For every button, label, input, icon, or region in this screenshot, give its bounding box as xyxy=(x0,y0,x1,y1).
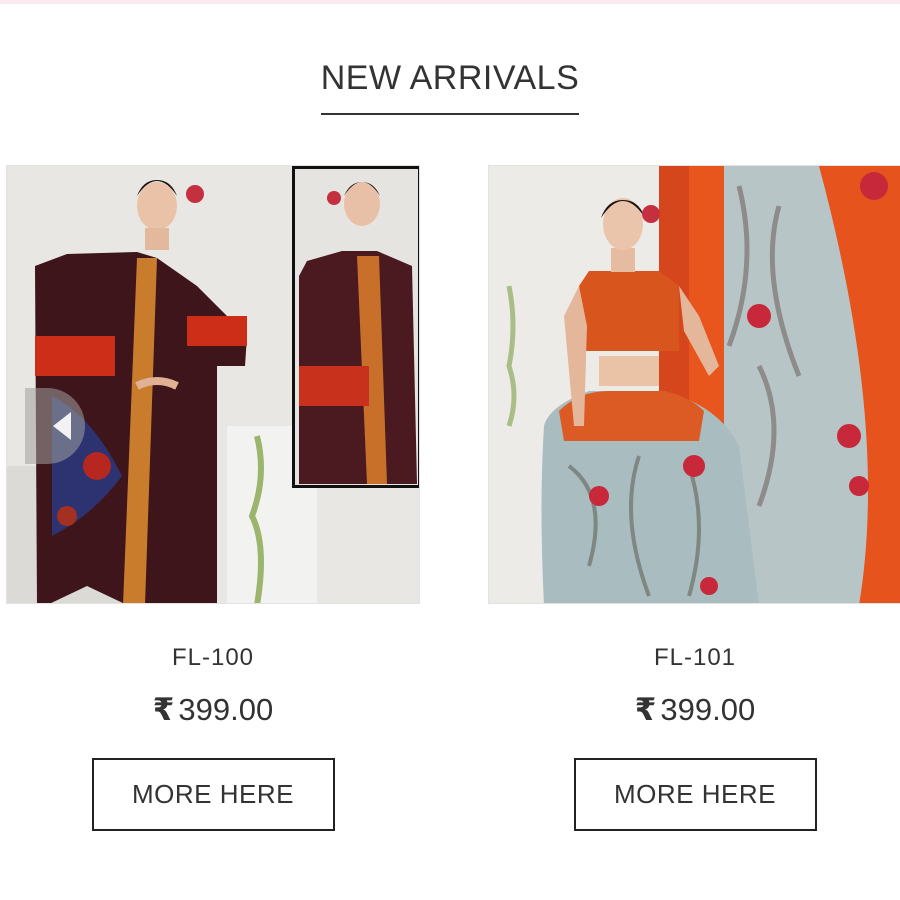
section-header: NEW ARRIVALS xyxy=(0,59,900,116)
lehenga-photo xyxy=(489,166,900,603)
product-price: ₹399.00 xyxy=(488,692,900,728)
product-image[interactable] xyxy=(6,165,420,604)
more-here-button[interactable]: MORE HERE xyxy=(91,758,335,831)
product-card: FL-100 ₹399.00 MORE HERE xyxy=(6,165,420,831)
price-value: 399.00 xyxy=(660,692,756,727)
rupee-icon: ₹ xyxy=(634,692,657,727)
top-strip xyxy=(0,0,900,4)
price-value: 399.00 xyxy=(178,692,274,727)
product-code: FL-101 xyxy=(653,644,737,671)
more-here-button[interactable]: MORE HERE xyxy=(573,758,817,831)
chevron-left-icon xyxy=(53,412,71,440)
rupee-icon: ₹ xyxy=(152,692,175,727)
product-image[interactable] xyxy=(488,165,900,604)
product-card: FL-101 ₹399.00 MORE HERE xyxy=(488,165,900,831)
product-code: FL-100 xyxy=(171,644,255,671)
product-price: ₹399.00 xyxy=(6,692,420,728)
saree-photo xyxy=(7,166,419,603)
section-title: NEW ARRIVALS xyxy=(320,59,580,116)
